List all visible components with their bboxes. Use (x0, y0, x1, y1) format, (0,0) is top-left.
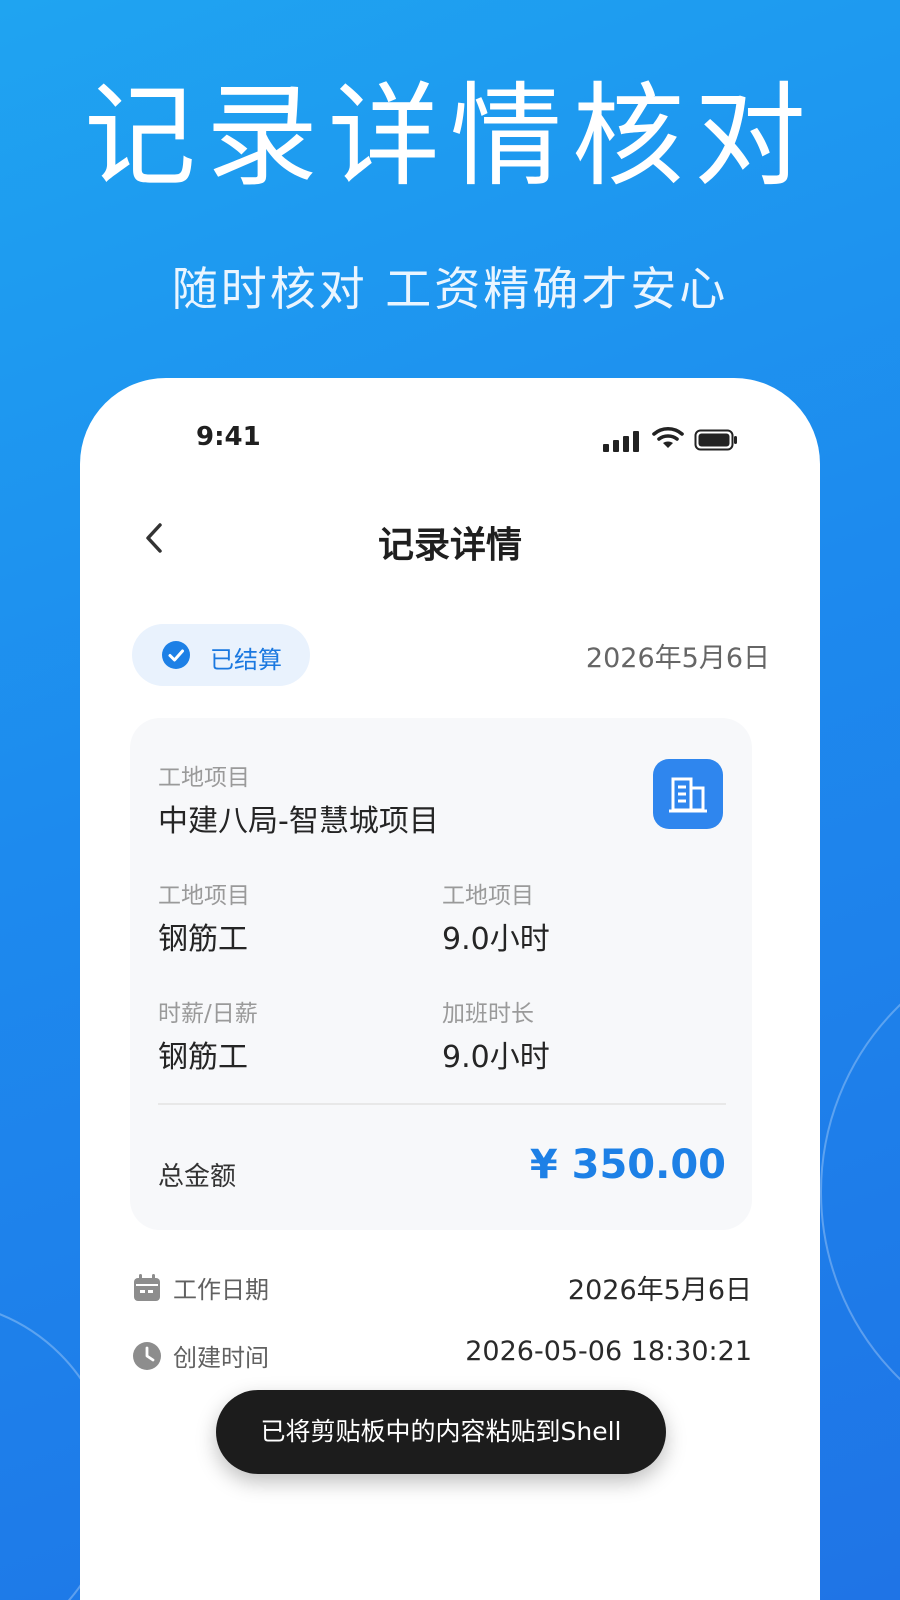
calendar-icon (134, 1274, 160, 1301)
field-label-worktype: 工地项目 (158, 883, 250, 909)
record-date: 2026年5月6日 (585, 643, 770, 674)
status-time: 9:41 (196, 422, 261, 452)
wifi-icon (652, 426, 684, 448)
work-date-label: 工作日期 (173, 1276, 269, 1304)
field-value-wage: 钢筋工 (158, 1040, 248, 1075)
created-time-row: 创建时间 2026-05-06 18:30:21 (132, 1336, 752, 1376)
total-amount-value: ¥ 350.00 (529, 1142, 726, 1188)
status-badge-label: 已结算 (210, 646, 282, 674)
total-amount-label: 总金额 (158, 1162, 237, 1192)
record-card: 工地项目 中建八局-智慧城项目 工地项目 钢筋工 工地项目 9.0小时 时薪/日… (130, 718, 752, 1230)
phone-screen: 9:41 记录详情 已结算 2026年5月6日 工地项目 中建八局-智慧城项目 … (80, 378, 820, 1600)
toast-message: 已将剪贴板中的内容粘贴到Shell (260, 1417, 622, 1446)
check-circle-icon (162, 641, 190, 669)
battery-icon (694, 429, 737, 451)
field-value-hours: 9.0小时 (442, 922, 550, 957)
clock-icon (133, 1342, 161, 1370)
field-label-overtime: 加班时长 (442, 1001, 534, 1027)
created-time-value: 2026-05-06 18:30:21 (465, 1336, 752, 1367)
project-name: 中建八局-智慧城项目 (158, 804, 439, 839)
field-value-worktype: 钢筋工 (158, 922, 248, 957)
building-icon (653, 759, 723, 829)
clipboard-toast: 已将剪贴板中的内容粘贴到Shell (216, 1390, 666, 1474)
headline: 记录详情核对 (84, 72, 816, 202)
work-date-row: 工作日期 2026年5月6日 (132, 1268, 752, 1308)
cellular-signal-icon (603, 430, 641, 452)
field-value-overtime: 9.0小时 (442, 1040, 550, 1075)
page-title: 记录详情 (377, 525, 522, 566)
decorative-arc (820, 930, 900, 1454)
navigation-bar: 记录详情 (80, 504, 820, 574)
promo-poster: 记录详情核对 随时核对 工资精确才安心 9:41 记录详情 已结算 2026年5… (0, 0, 900, 1600)
subheadline: 随时核对 工资精确才安心 (171, 262, 729, 316)
work-date-value: 2026年5月6日 (567, 1275, 752, 1306)
status-bar: 9:41 (80, 414, 820, 464)
project-label: 工地项目 (158, 765, 250, 791)
created-time-label: 创建时间 (173, 1344, 269, 1372)
divider (158, 1103, 726, 1105)
status-badge: 已结算 (132, 624, 310, 686)
field-label-wage: 时薪/日薪 (158, 1001, 258, 1027)
field-label-hours: 工地项目 (442, 883, 534, 909)
